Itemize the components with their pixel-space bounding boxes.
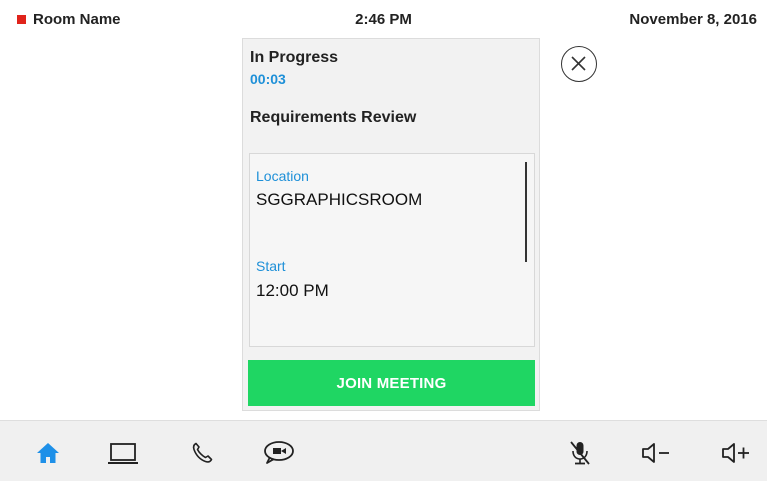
phone-button[interactable] bbox=[188, 441, 216, 465]
volume-up-button[interactable] bbox=[720, 441, 752, 465]
meeting-subject: Requirements Review bbox=[250, 109, 417, 126]
status-bar: Room Name 2:46 PM November 8, 2016 bbox=[0, 0, 767, 40]
current-date: November 8, 2016 bbox=[629, 11, 757, 28]
location-label: Location bbox=[256, 168, 309, 184]
bottom-navigation bbox=[0, 420, 767, 481]
elapsed-time: 00:03 bbox=[250, 71, 286, 87]
volume-down-icon bbox=[642, 443, 669, 463]
start-value: 12:00 PM bbox=[256, 281, 329, 300]
details-scrollbar[interactable] bbox=[525, 162, 527, 262]
location-value: SGGRAPHICSROOM bbox=[256, 190, 423, 209]
start-label: Start bbox=[256, 258, 286, 274]
close-icon bbox=[571, 56, 586, 71]
video-chat-icon bbox=[264, 441, 294, 464]
meeting-status: In Progress bbox=[250, 49, 339, 66]
meeting-card: In Progress 00:03 Requirements Review Lo… bbox=[242, 38, 540, 411]
home-icon bbox=[37, 443, 59, 463]
volume-down-button[interactable] bbox=[640, 441, 672, 465]
mic-mute-button[interactable] bbox=[566, 441, 594, 465]
volume-up-icon bbox=[722, 443, 749, 463]
home-button[interactable] bbox=[34, 441, 62, 465]
laptop-icon bbox=[108, 443, 138, 464]
phone-icon bbox=[192, 442, 213, 463]
video-chat-button[interactable] bbox=[262, 441, 296, 465]
mic-muted-icon bbox=[570, 441, 590, 465]
join-meeting-button[interactable]: JOIN MEETING bbox=[248, 360, 535, 406]
close-button[interactable] bbox=[561, 46, 597, 82]
meeting-details-panel[interactable]: Location SGGRAPHICSROOM Start 12:00 PM bbox=[249, 153, 535, 347]
laptop-button[interactable] bbox=[107, 441, 139, 465]
